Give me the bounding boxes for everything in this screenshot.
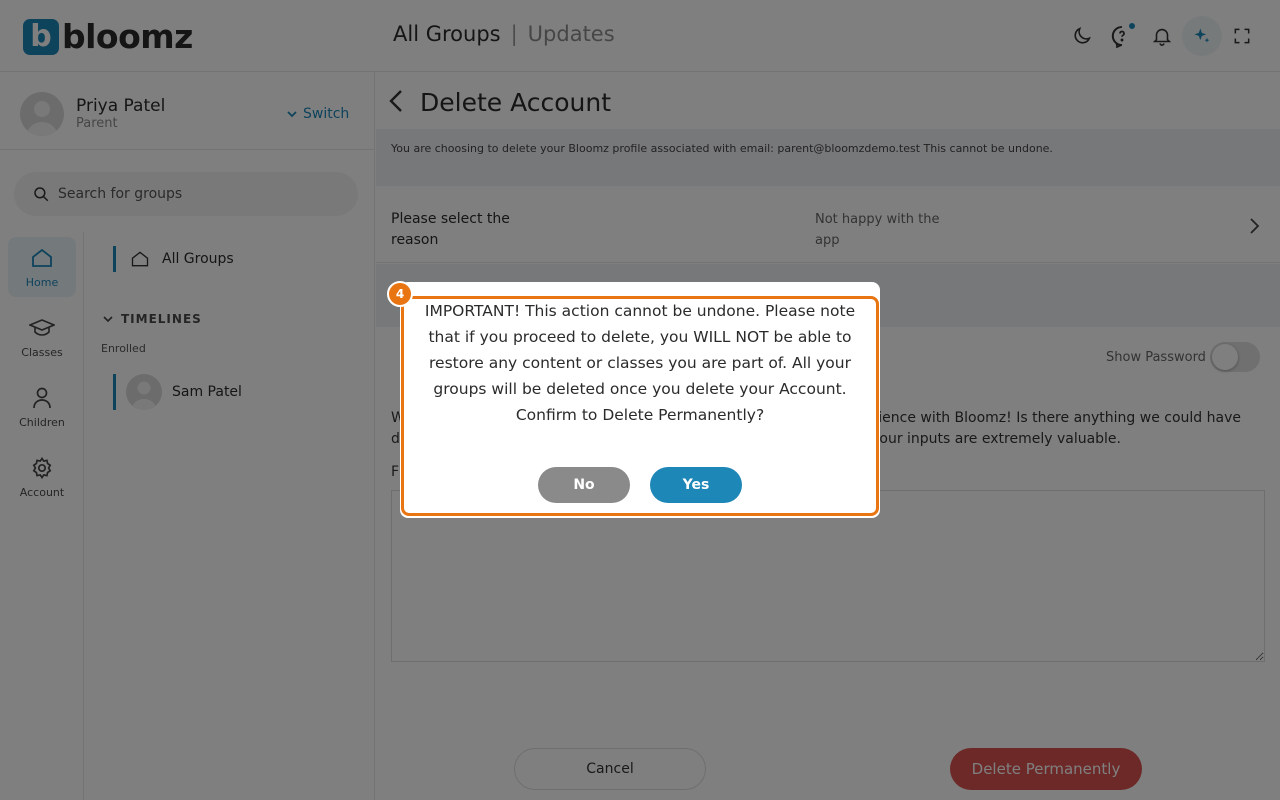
no-button[interactable]: No xyxy=(538,467,630,503)
dialog-message: IMPORTANT! This action cannot be undone.… xyxy=(424,302,856,424)
yes-button[interactable]: Yes xyxy=(650,467,742,503)
step-badge: 4 xyxy=(387,281,413,307)
